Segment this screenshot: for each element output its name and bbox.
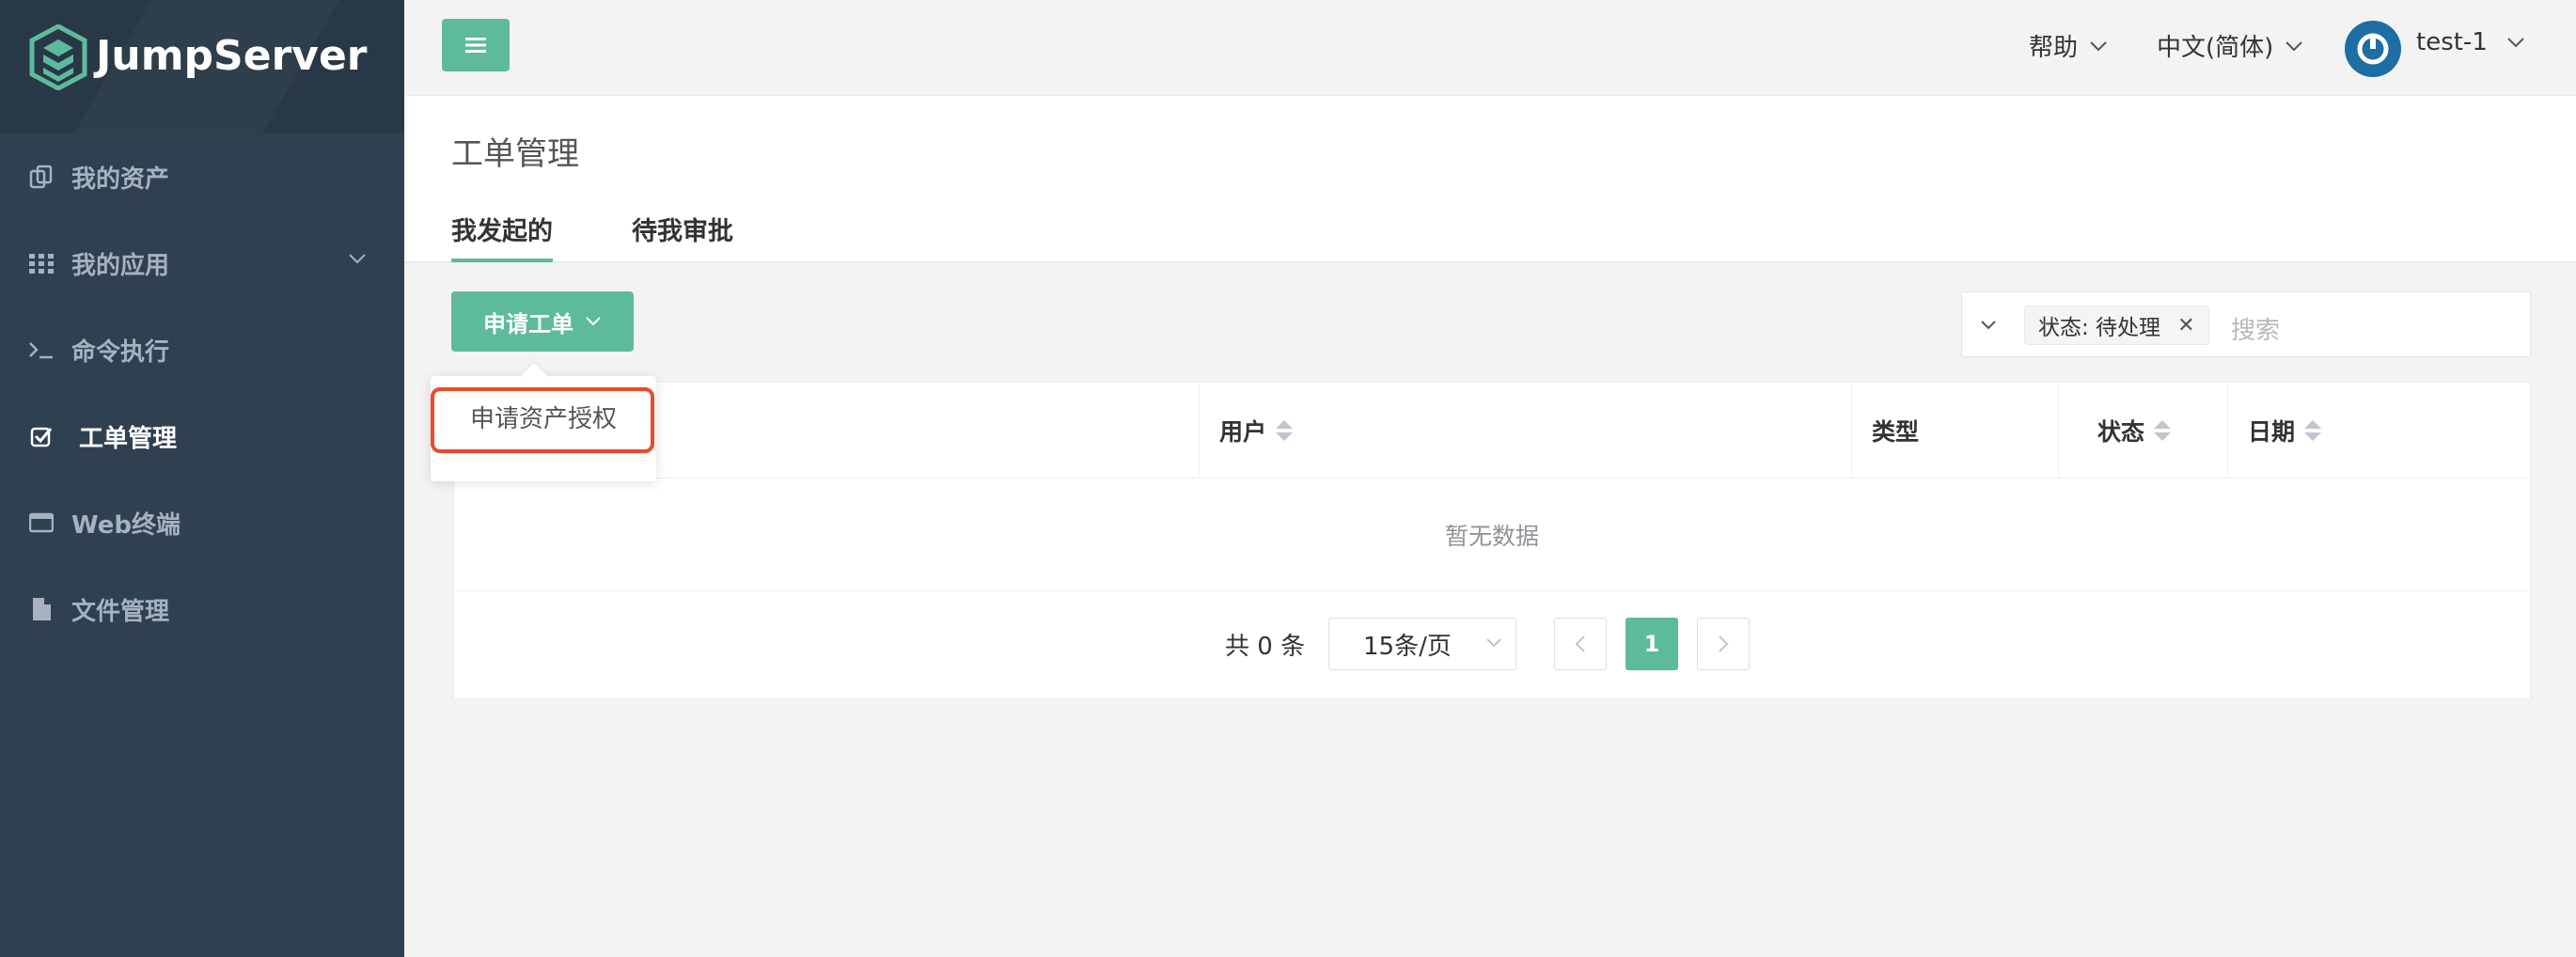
tab-my-requests[interactable]: 我发起的 (451, 211, 553, 262)
page-size-label: 15条/页 (1363, 632, 1452, 661)
chevron-down-icon (586, 317, 601, 326)
search-input[interactable]: 搜索 (2231, 311, 2280, 346)
user-name: test-1 (2416, 28, 2488, 56)
prev-page-button[interactable] (1554, 618, 1607, 670)
sidebar-item-my-apps[interactable]: 我的应用 (0, 220, 404, 306)
apply-ticket-label: 申请工单 (483, 310, 573, 337)
column-divider (2227, 383, 2228, 478)
topbar: 帮助 中文(简体) (404, 0, 2576, 96)
sidebar-item-label: 工单管理 (79, 424, 178, 453)
sidebar-item-file-management[interactable]: 文件管理 (0, 566, 404, 652)
total-count: 共 0 条 (1225, 633, 1306, 661)
chevron-right-icon (1719, 635, 1729, 652)
column-label: 类型 (1872, 418, 1920, 446)
sidebar-item-label: Web终端 (71, 510, 181, 540)
power-icon (2357, 33, 2389, 65)
apply-ticket-button[interactable]: 申请工单 (451, 291, 634, 352)
user-menu[interactable]: test-1 (2416, 28, 2525, 56)
column-header-type: 类型 (1872, 383, 1919, 478)
window-icon (28, 510, 55, 536)
table-header: 用户 类型 状态 日期 (454, 383, 2530, 478)
sidebar-item-label: 我的资产 (71, 165, 170, 194)
column-label: 日期 (2248, 418, 2296, 446)
sidebar-nav: 我的资产 我的应用 命令执行 工单管理 Web终端 文件管理 (0, 133, 404, 652)
page-header: 工单管理 我发起的 待我审批 (404, 96, 2576, 263)
chevron-down-icon (2507, 38, 2524, 48)
page-number-current[interactable]: 1 (1626, 618, 1678, 670)
hamburger-icon (465, 38, 486, 53)
language-label: 中文(简体) (2157, 34, 2274, 62)
logo-text: JumpServer (96, 32, 368, 80)
sort-icon[interactable] (2154, 420, 2172, 441)
chevron-down-icon (2090, 40, 2107, 51)
sidebar-item-my-assets[interactable]: 我的资产 (0, 133, 404, 220)
sidebar-item-label: 命令执行 (71, 337, 170, 367)
sidebar: JumpServer 我的资产 我的应用 命令执行 工单管理 Web终端 文件管… (0, 0, 404, 957)
logo-area[interactable]: JumpServer (0, 0, 404, 133)
terminal-icon (28, 337, 55, 363)
language-menu[interactable]: 中文(简体) (2157, 28, 2303, 63)
column-label: 用户 (1219, 418, 1267, 446)
empty-table-message: 暂无数据 (454, 478, 2530, 591)
copy-icon (28, 164, 55, 190)
next-page-button[interactable] (1697, 618, 1750, 670)
page-title: 工单管理 (451, 135, 579, 173)
file-icon (28, 596, 55, 622)
sort-icon[interactable] (2304, 420, 2322, 441)
jumpserver-logo-icon (29, 24, 87, 90)
sort-icon[interactable] (1276, 420, 1294, 441)
dropdown-arrow (520, 362, 548, 390)
column-header-date[interactable]: 日期 (2248, 383, 2322, 478)
pagination: 共 0 条 15条/页 1 (454, 591, 2530, 698)
sidebar-item-ticket-management[interactable]: 工单管理 (0, 393, 404, 479)
column-divider (1199, 383, 1200, 478)
chevron-down-icon (1486, 638, 1501, 648)
filter-tag-status[interactable]: 状态: 待处理 ✕ (2024, 306, 2209, 345)
close-icon[interactable]: ✕ (2177, 314, 2194, 337)
sidebar-item-command-exec[interactable]: 命令执行 (0, 306, 404, 393)
highlight-annotation-box (431, 387, 654, 453)
column-divider (2058, 383, 2059, 478)
sidebar-item-label: 我的应用 (71, 251, 170, 280)
column-divider (1851, 383, 1852, 478)
chevron-down-icon (2285, 40, 2303, 51)
column-header-status[interactable]: 状态 (2097, 383, 2172, 478)
help-menu[interactable]: 帮助 (2029, 28, 2108, 63)
chevron-down-icon (349, 254, 366, 264)
sidebar-item-label: 文件管理 (71, 597, 170, 626)
grid-icon (28, 250, 55, 276)
sidebar-item-web-terminal[interactable]: Web终端 (0, 479, 404, 566)
filter-tag-label: 状态: 待处理 (2038, 316, 2161, 340)
search-box[interactable]: 状态: 待处理 ✕ 搜索 (1961, 291, 2531, 357)
chevron-left-icon (1575, 635, 1585, 652)
column-label: 状态 (2097, 418, 2145, 446)
page-size-select[interactable]: 15条/页 (1328, 618, 1516, 670)
chevron-down-icon[interactable] (1977, 313, 2000, 336)
avatar[interactable] (2345, 21, 2401, 77)
ticket-table: 用户 类型 状态 日期 暂无数据 共 0 条 15条/页 1 (453, 382, 2531, 699)
check-square-icon (28, 423, 55, 449)
tab-pending-approval[interactable]: 待我审批 (632, 211, 733, 247)
help-label: 帮助 (2029, 34, 2079, 62)
menu-toggle-button[interactable] (442, 19, 510, 71)
column-header-user[interactable]: 用户 (1219, 383, 1294, 478)
